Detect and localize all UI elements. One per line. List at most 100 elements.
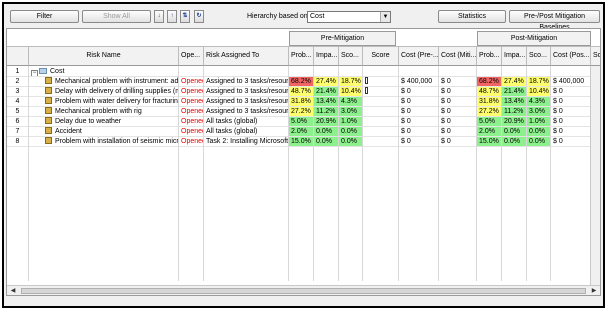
show-all-button[interactable]: Show All: [82, 10, 151, 23]
cell-post-impact[interactable]: 21.4%: [502, 87, 527, 97]
cell-post-prob[interactable]: 27.2%: [477, 107, 502, 117]
cell-pre-score[interactable]: 18.7%: [339, 77, 363, 87]
cell-pre-prob[interactable]: 48.7%: [289, 87, 314, 97]
cell-pre-impact[interactable]: 20.9%: [314, 117, 339, 127]
cell-cost-pre[interactable]: $ 0: [399, 127, 439, 137]
collapse-icon[interactable]: −: [31, 70, 38, 76]
cell-pre-prob[interactable]: 2.0%: [289, 127, 314, 137]
row-number[interactable]: 4: [7, 97, 29, 107]
cell-pre-score[interactable]: 0.0%: [339, 137, 363, 147]
cell-pre-prob[interactable]: 31.8%: [289, 97, 314, 107]
cell-cost-pre[interactable]: [399, 67, 439, 77]
row-number[interactable]: 1: [7, 67, 29, 77]
cell-pre-impact[interactable]: 0.0%: [314, 137, 339, 147]
risk-edit-icon[interactable]: [45, 77, 52, 84]
cell-name[interactable]: Problem with water delivery for fracturi…: [29, 97, 179, 107]
cell-cost-post[interactable]: $ 400,000: [551, 77, 591, 87]
sort-options-icon[interactable]: ⇅: [180, 10, 190, 23]
column-header-8[interactable]: Cost (Miti...: [439, 46, 477, 66]
cell-assigned[interactable]: Assigned to 3 tasks/resource: [204, 77, 289, 87]
cell-pre-score[interactable]: 0.0%: [339, 127, 363, 137]
cell-cost-miti[interactable]: $ 0: [439, 137, 477, 147]
cell-score[interactable]: [363, 87, 399, 97]
column-header-12[interactable]: Cost (Pos...: [551, 46, 591, 66]
cell-pre-prob[interactable]: 27.2%: [289, 107, 314, 117]
cell-post-score[interactable]: 0.0%: [527, 137, 551, 147]
column-header-10[interactable]: Impa...: [502, 46, 527, 66]
cell-cost-post[interactable]: $ 0: [551, 97, 591, 107]
cell-cost-miti[interactable]: $ 0: [439, 77, 477, 87]
risk-edit-icon[interactable]: [45, 137, 52, 144]
scroll-right-icon[interactable]: ▶: [590, 287, 598, 295]
cell-cost-pre[interactable]: $ 0: [399, 137, 439, 147]
column-header-6[interactable]: Score: [363, 46, 399, 66]
cell-pre-score[interactable]: [339, 67, 363, 77]
row-number[interactable]: 3: [7, 87, 29, 97]
cell-cost-pre[interactable]: $ 0: [399, 97, 439, 107]
cell-pre-prob[interactable]: [289, 67, 314, 77]
cell-name[interactable]: − Cost: [29, 67, 179, 77]
row-number[interactable]: 6: [7, 117, 29, 127]
statistics-button[interactable]: Statistics: [438, 10, 506, 23]
cell-assigned[interactable]: Task 2: Installing Microsoft Se: [204, 137, 289, 147]
cell-open[interactable]: Opened: [179, 77, 204, 87]
refresh-icon[interactable]: ↻: [194, 10, 204, 23]
vertical-scrollbar[interactable]: [590, 66, 600, 285]
cell-assigned[interactable]: Assigned to 3 tasks/resource: [204, 87, 289, 97]
column-header-5[interactable]: Sco...: [339, 46, 363, 66]
cell-assigned[interactable]: All tasks (global): [204, 127, 289, 137]
cell-pre-impact[interactable]: 27.4%: [314, 77, 339, 87]
column-header-11[interactable]: Sco...: [527, 46, 551, 66]
risk-edit-icon[interactable]: [45, 87, 52, 94]
cell-score[interactable]: [363, 117, 399, 127]
scrollbar-thumb[interactable]: [21, 288, 586, 294]
cell-pre-score[interactable]: 1.0%: [339, 117, 363, 127]
row-number[interactable]: 5: [7, 107, 29, 117]
cell-post-prob[interactable]: 48.7%: [477, 87, 502, 97]
cell-pre-score[interactable]: 3.0%: [339, 107, 363, 117]
column-header-0[interactable]: Risk Name: [29, 46, 179, 66]
cell-cost-post[interactable]: $ 0: [551, 137, 591, 147]
cell-post-prob[interactable]: 15.0%: [477, 137, 502, 147]
cell-cost-miti[interactable]: $ 0: [439, 87, 477, 97]
baselines-button[interactable]: Pre-/Post Mitigation Baselines: [509, 10, 600, 31]
cell-assigned[interactable]: Assigned to 3 tasks/resource: [204, 107, 289, 117]
cell-score[interactable]: [363, 107, 399, 117]
sort-descending-icon[interactable]: ↑: [167, 10, 177, 23]
cell-pre-impact[interactable]: 11.2%: [314, 107, 339, 117]
cell-assigned[interactable]: [204, 67, 289, 77]
sort-ascending-icon[interactable]: ↓: [154, 10, 164, 23]
cell-post-prob[interactable]: 68.2%: [477, 77, 502, 87]
cell-cost-pre[interactable]: $ 0: [399, 107, 439, 117]
cell-pre-score[interactable]: 4.3%: [339, 97, 363, 107]
cell-post-prob[interactable]: 31.8%: [477, 97, 502, 107]
cell-pre-impact[interactable]: [314, 67, 339, 77]
cell-post-score[interactable]: 0.0%: [527, 127, 551, 137]
cell-post-score[interactable]: 10.4%: [527, 87, 551, 97]
cell-pre-score[interactable]: 10.4%: [339, 87, 363, 97]
scroll-left-icon[interactable]: ◀: [9, 287, 17, 295]
cell-cost-post[interactable]: $ 0: [551, 107, 591, 117]
cell-pre-prob[interactable]: 68.2%: [289, 77, 314, 87]
cell-post-impact[interactable]: 11.2%: [502, 107, 527, 117]
cell-post-impact[interactable]: 27.4%: [502, 77, 527, 87]
cell-post-score[interactable]: [527, 67, 551, 77]
cell-open[interactable]: Opened: [179, 87, 204, 97]
column-header-7[interactable]: Cost (Pre-...: [399, 46, 439, 66]
hierarchy-select[interactable]: Cost ▼: [307, 11, 391, 23]
cell-assigned[interactable]: All tasks (global): [204, 117, 289, 127]
cell-cost-post[interactable]: $ 0: [551, 127, 591, 137]
column-header-4[interactable]: Impa...: [314, 46, 339, 66]
cell-post-impact[interactable]: 0.0%: [502, 127, 527, 137]
cell-post-prob[interactable]: 2.0%: [477, 127, 502, 137]
risk-edit-icon[interactable]: [45, 97, 52, 104]
cell-cost-post[interactable]: $ 0: [551, 117, 591, 127]
cell-pre-impact[interactable]: 21.4%: [314, 87, 339, 97]
cell-name[interactable]: Delay due to weather: [29, 117, 179, 127]
cell-post-impact[interactable]: 13.4%: [502, 97, 527, 107]
cell-post-prob[interactable]: 5.0%: [477, 117, 502, 127]
cell-post-prob[interactable]: [477, 67, 502, 77]
column-header-13[interactable]: Sc: [591, 46, 600, 66]
column-header-1[interactable]: Ope...: [179, 46, 204, 66]
risk-edit-icon[interactable]: [45, 127, 52, 134]
